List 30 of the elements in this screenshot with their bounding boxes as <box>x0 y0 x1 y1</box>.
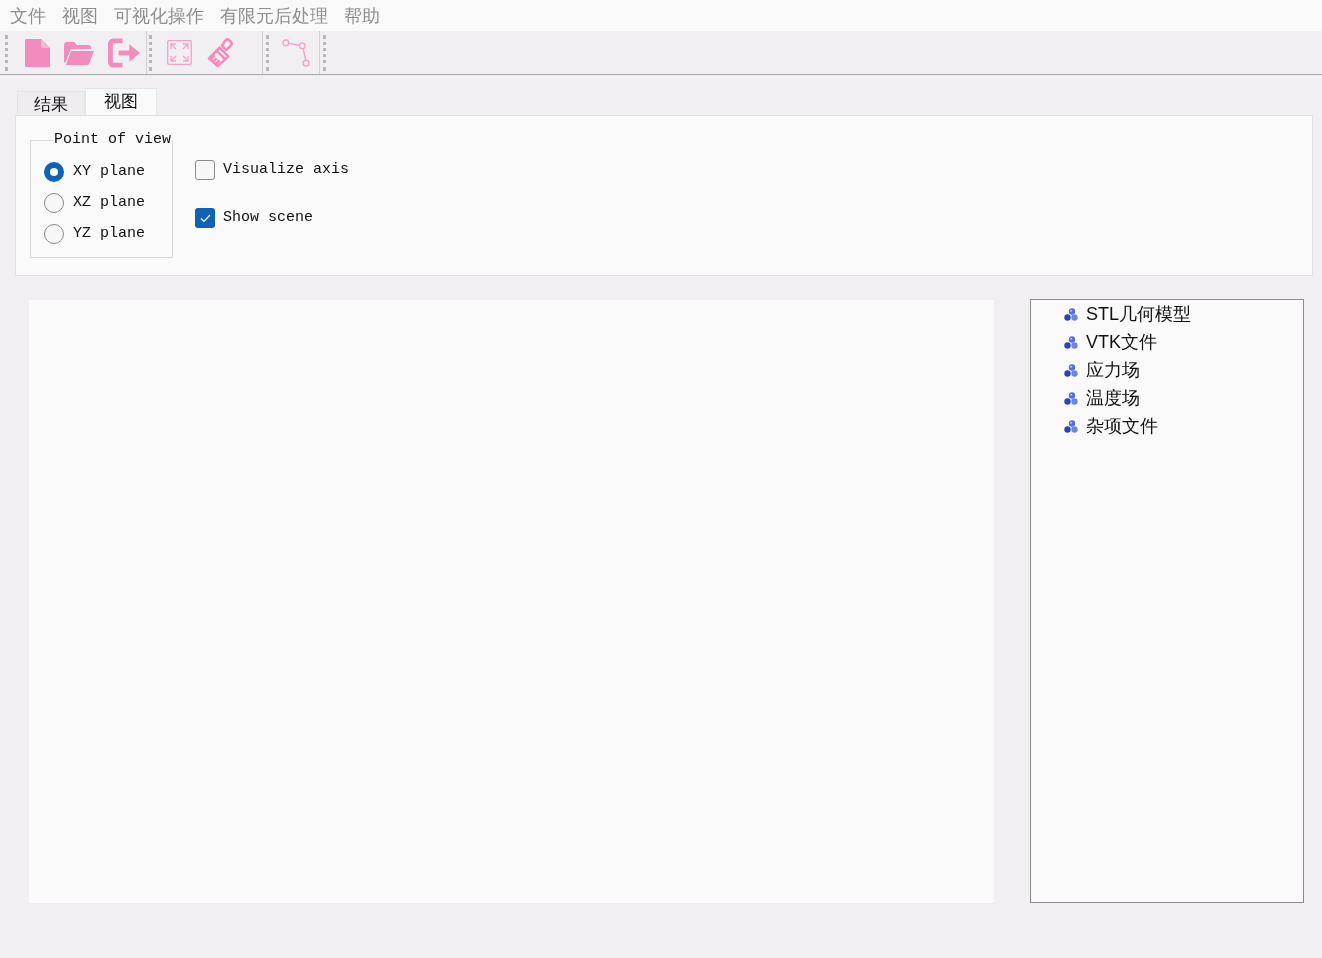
radio-label[interactable]: XZ plane <box>73 191 145 215</box>
tree-item[interactable]: VTK文件 <box>1086 330 1157 354</box>
file-icon[interactable] <box>25 38 50 67</box>
tree-item[interactable]: STL几何模型 <box>1086 302 1191 326</box>
group-title: Point of view <box>53 131 173 149</box>
node-icon <box>1064 391 1078 405</box>
tab[interactable]: 视图 <box>85 88 157 115</box>
checkbox[interactable] <box>195 160 216 180</box>
checkbox-label[interactable]: Show scene <box>223 206 314 230</box>
tree-item[interactable]: 应力场 <box>1086 358 1140 382</box>
brush-icon[interactable] <box>206 37 236 68</box>
fullscreen-icon[interactable] <box>167 40 192 65</box>
checkbox-label[interactable]: Visualize axis <box>223 158 350 182</box>
radio-button[interactable] <box>44 224 64 244</box>
node-icon <box>1064 419 1078 433</box>
folder-icon[interactable] <box>64 40 94 65</box>
radio-button[interactable] <box>44 162 64 182</box>
tree-item[interactable]: 温度场 <box>1086 386 1140 410</box>
check-icon <box>199 213 211 223</box>
radio-label[interactable]: XY plane <box>73 160 145 184</box>
path-icon[interactable] <box>282 38 311 67</box>
checkbox[interactable] <box>195 208 216 228</box>
radio-label[interactable]: YZ plane <box>73 222 145 246</box>
exit-icon[interactable] <box>108 37 140 68</box>
node-icon <box>1064 335 1078 349</box>
node-icon <box>1064 363 1078 377</box>
radio-button[interactable] <box>44 193 64 213</box>
tree-item[interactable]: 杂项文件 <box>1086 414 1158 438</box>
node-icon <box>1064 307 1078 321</box>
tab[interactable]: 结果 <box>17 91 85 115</box>
